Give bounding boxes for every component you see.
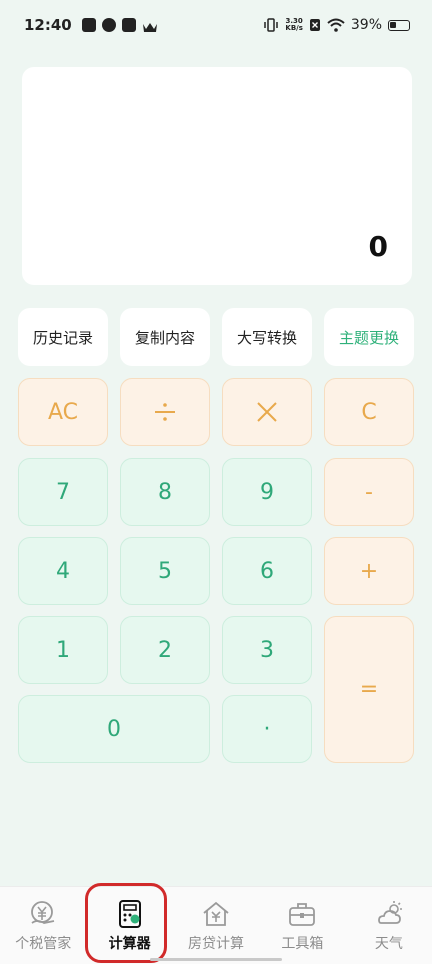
home-indicator [150,958,282,961]
divide-icon [155,403,175,421]
digit-4-key[interactable]: 4 [18,537,108,605]
nav-label-toolbox: 工具箱 [281,936,324,952]
net-speed-unit: KB/s [285,24,303,32]
status-bar: 12:40 3.30 KB/s 39% [0,0,432,50]
nav-label-weather: 天气 [374,936,403,952]
multiply-key[interactable] [222,378,312,446]
digit-5-key[interactable]: 5 [120,537,210,605]
digit-8-key[interactable]: 8 [120,458,210,526]
crown-icon [142,19,158,32]
digit-7-key[interactable]: 7 [18,458,108,526]
nav-item-toolbox[interactable]: 工具箱 [259,887,345,964]
net-speed: 3.30 KB/s [285,18,302,32]
sim-off-icon [309,19,320,31]
history-button[interactable]: 历史记录 [18,308,108,366]
digit-2-key[interactable]: 2 [120,616,210,684]
weather-icon [377,901,402,924]
battery-icon [388,19,410,31]
mail-icon [121,18,136,32]
calculator-display: 0 [22,67,412,285]
divide-key[interactable] [120,378,210,446]
status-time: 12:40 [24,16,72,34]
tiktok-icon [81,18,96,32]
active-tab-highlight [85,883,167,963]
app-icon [101,18,116,32]
copy-content-button[interactable]: 复制内容 [120,308,210,366]
digit-1-key[interactable]: 1 [18,616,108,684]
nav-label-house-loan: 房贷计算 [188,936,245,952]
digit-9-key[interactable]: 9 [222,458,312,526]
digit-0-key[interactable]: 0 [18,695,210,763]
change-theme-button[interactable]: 主题更换 [324,308,414,366]
nav-item-weather[interactable]: 天气 [346,887,432,964]
wifi-icon [327,18,345,32]
toolbox-icon [289,903,316,926]
digit-3-key[interactable]: 3 [222,616,312,684]
tax-icon [31,901,55,924]
battery-percent: 39% [350,17,382,33]
display-value: 0 [368,230,388,263]
multiply-icon [257,402,277,422]
ac-key[interactable]: AC [18,378,108,446]
nav-item-tax[interactable]: 个税管家 [0,887,86,964]
bottom-nav: 个税管家 计算器 房贷计算 工具箱 天气 [0,886,432,964]
house-loan-icon [203,901,229,926]
clear-key[interactable]: C [324,378,414,446]
minus-key[interactable]: - [324,458,414,526]
equals-key[interactable]: = [324,616,414,763]
vibrate-icon [264,18,279,32]
uppercase-convert-button[interactable]: 大写转换 [222,308,312,366]
decimal-point-key[interactable]: · [222,695,312,763]
digit-6-key[interactable]: 6 [222,537,312,605]
nav-item-house-loan[interactable]: 房贷计算 [173,887,259,964]
plus-key[interactable]: + [324,537,414,605]
nav-label-tax: 个税管家 [15,936,72,952]
